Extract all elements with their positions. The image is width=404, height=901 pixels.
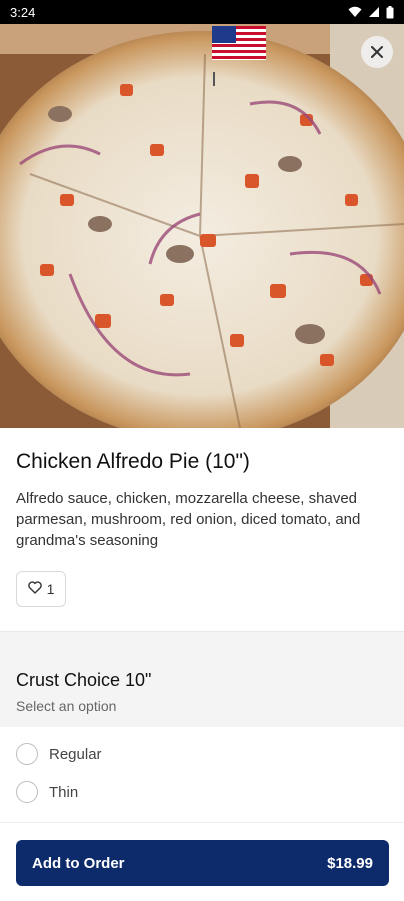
add-to-order-label: Add to Order — [32, 854, 125, 872]
option-regular[interactable]: Regular — [16, 741, 102, 767]
option-thin[interactable]: Thin — [16, 779, 78, 805]
signal-icon — [368, 6, 380, 18]
item-description: Alfredo sauce, chicken, mozzarella chees… — [16, 490, 361, 549]
option-group-header: Crust Choice 10" Select an option — [0, 632, 404, 727]
add-to-order-button[interactable]: Add to Order $18.99 — [16, 840, 389, 886]
wifi-icon — [348, 6, 362, 18]
item-photo — [0, 24, 404, 428]
close-icon — [370, 45, 384, 59]
order-price: $18.99 — [327, 854, 373, 872]
heart-icon — [27, 581, 42, 597]
like-count: 1 — [46, 581, 55, 597]
bottom-bar: Add to Order $18.99 — [0, 822, 404, 901]
battery-icon — [386, 5, 394, 19]
radio-button[interactable] — [16, 743, 38, 765]
option-label: Regular — [49, 745, 102, 763]
close-button[interactable] — [361, 36, 393, 68]
item-info: Chicken Alfredo Pie (10") Alfredo sauce,… — [16, 450, 388, 551]
radio-button[interactable] — [16, 781, 38, 803]
option-group-title: Crust Choice 10" — [16, 670, 152, 690]
option-group-subtitle: Select an option — [16, 698, 117, 714]
status-bar: 3:24 — [0, 0, 404, 24]
status-icons — [348, 5, 394, 19]
item-title: Chicken Alfredo Pie (10") — [16, 450, 250, 473]
option-label: Thin — [49, 783, 79, 801]
like-button[interactable]: 1 — [16, 571, 66, 607]
status-time: 3:24 — [10, 4, 36, 20]
